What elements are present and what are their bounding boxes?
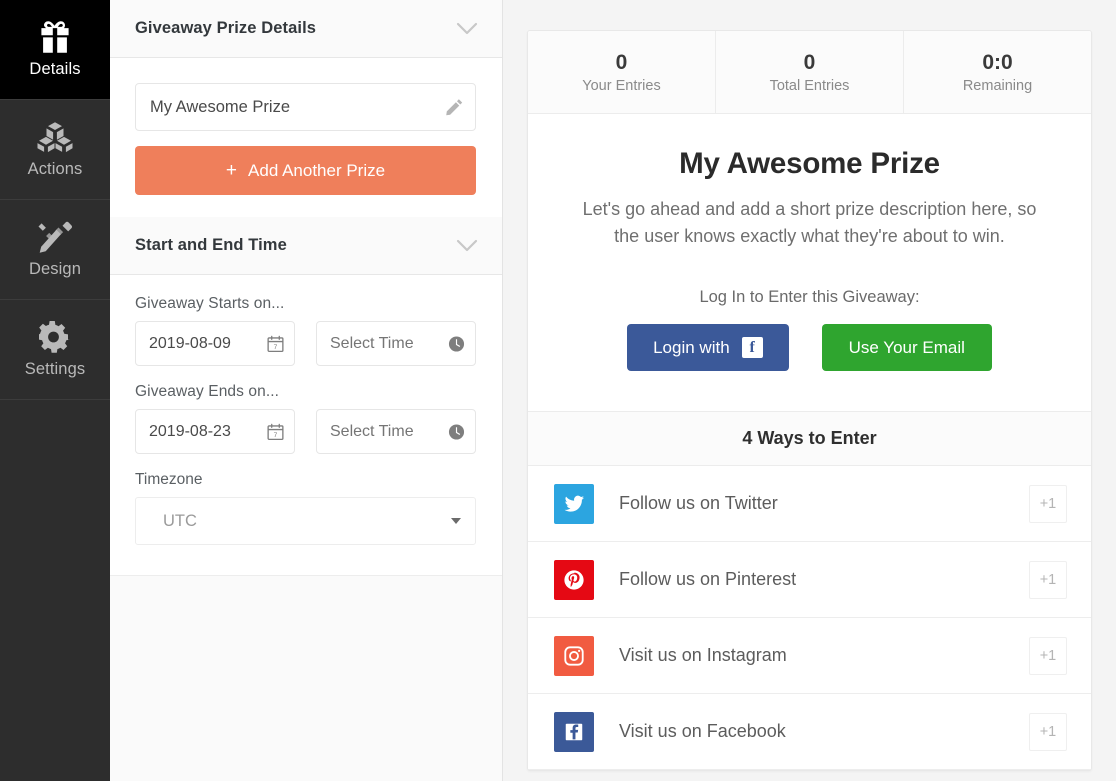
stat-label: Total Entries	[769, 77, 850, 94]
blocks-icon	[37, 121, 73, 153]
preview-area: 0 Your Entries 0 Total Entries 0:0 Remai…	[503, 0, 1116, 781]
giveaway-widget: 0 Your Entries 0 Total Entries 0:0 Remai…	[527, 30, 1092, 771]
plus-icon: +	[225, 160, 238, 181]
panel-filler	[110, 575, 502, 781]
stat-label: Remaining	[962, 77, 1033, 94]
facebook-icon: f	[741, 337, 763, 358]
pencil-icon[interactable]	[445, 98, 464, 117]
sidebar-item-label: Details	[29, 59, 81, 78]
start-end-time-body: Giveaway Starts on... 7	[110, 275, 502, 575]
pinterest-icon	[554, 559, 594, 600]
giveaway-ends-label: Giveaway Ends on...	[135, 383, 280, 400]
entry-label: Visit us on Instagram	[619, 645, 787, 665]
timezone-selected-value: UTC	[163, 511, 197, 530]
calendar-icon[interactable]: 7	[267, 423, 284, 440]
entry-row-pinterest[interactable]: Follow us on Pinterest +1	[528, 542, 1091, 618]
stat-value: 0	[803, 50, 816, 74]
stat-total-entries: 0 Total Entries	[716, 31, 904, 113]
sidebar-item-label: Settings	[24, 359, 86, 378]
entry-points-badge: +1	[1029, 484, 1067, 523]
accordion-title: Giveaway Prize Details	[135, 19, 317, 37]
entry-points-badge: +1	[1029, 636, 1067, 675]
entry-row-twitter[interactable]: Follow us on Twitter +1	[528, 466, 1091, 542]
gift-icon	[37, 20, 73, 53]
login-block: Log In to Enter this Giveaway: Login wit…	[528, 250, 1091, 411]
end-date-field-wrap: 7	[135, 409, 295, 454]
stat-remaining: 0:0 Remaining	[904, 31, 1091, 113]
entry-points-badge: +1	[1029, 560, 1067, 599]
stat-value: 0	[615, 50, 628, 74]
entry-points-badge: +1	[1029, 712, 1067, 751]
timezone-label: Timezone	[135, 471, 203, 488]
accordion-title: Start and End Time	[135, 236, 287, 254]
accordion-header-prize-details[interactable]: Giveaway Prize Details	[110, 0, 502, 58]
login-prompt: Log In to Enter this Giveaway:	[699, 288, 920, 306]
entry-label: Visit us on Facebook	[619, 721, 786, 741]
sidebar-item-label: Actions	[27, 159, 83, 178]
sidebar-item-actions[interactable]: Actions	[0, 100, 110, 200]
svg-text:7: 7	[274, 432, 278, 439]
sidebar-nav: Details Actions Design Settings	[0, 0, 110, 781]
svg-text:7: 7	[274, 344, 278, 351]
add-another-prize-label: Add Another Prize	[248, 160, 386, 180]
timezone-select[interactable]: UTC	[135, 497, 476, 545]
start-date-field-wrap: 7	[135, 321, 295, 366]
entry-row-facebook[interactable]: Visit us on Facebook +1	[528, 694, 1091, 770]
giveaway-starts-label: Giveaway Starts on...	[135, 295, 285, 312]
prize-description: Let's go ahead and add a short prize des…	[582, 199, 1037, 246]
instagram-icon	[554, 635, 594, 676]
sidebar-item-design[interactable]: Design	[0, 200, 110, 300]
use-your-email-button[interactable]: Use Your Email	[821, 324, 992, 371]
login-buttons: Login with f Use Your Email	[528, 324, 1091, 371]
start-datetime-row: 7	[135, 321, 477, 366]
app-root: Details Actions Design Settings Giveaway…	[0, 0, 1116, 781]
chevron-down-icon[interactable]	[456, 22, 478, 35]
sidebar-item-details[interactable]: Details	[0, 0, 110, 100]
twitter-icon	[554, 483, 594, 524]
clock-icon[interactable]	[448, 423, 465, 440]
calendar-icon[interactable]: 7	[267, 335, 284, 352]
entry-label: Follow us on Pinterest	[619, 569, 797, 589]
stat-value: 0:0	[982, 50, 1013, 74]
facebook-icon	[554, 711, 594, 752]
caret-down-icon[interactable]	[451, 518, 461, 524]
entry-label: Follow us on Twitter	[619, 493, 778, 513]
add-another-prize-button[interactable]: + Add Another Prize	[135, 146, 476, 195]
start-time-field-wrap	[316, 321, 476, 366]
brush-icon	[37, 221, 73, 253]
end-datetime-row: 7	[135, 409, 477, 454]
gear-icon	[38, 320, 72, 353]
prize-name-input[interactable]	[135, 83, 476, 131]
timezone-select-wrap: UTC	[135, 497, 476, 545]
sidebar-item-label: Design	[29, 259, 81, 278]
chevron-down-icon[interactable]	[456, 239, 478, 252]
stat-your-entries: 0 Your Entries	[528, 31, 716, 113]
stat-label: Your Entries	[582, 77, 661, 94]
sidebar-item-settings[interactable]: Settings	[0, 300, 110, 400]
prize-name-field-wrap	[135, 83, 477, 131]
end-time-field-wrap	[316, 409, 476, 454]
stats-bar: 0 Your Entries 0 Total Entries 0:0 Remai…	[528, 31, 1091, 114]
login-with-facebook-label: Login with	[653, 337, 730, 357]
settings-panel: Giveaway Prize Details + Add Another Pri…	[110, 0, 503, 781]
prize-details-body: + Add Another Prize	[110, 58, 502, 217]
ways-to-enter-title: 4 Ways to Enter	[528, 411, 1091, 466]
page-title: My Awesome Prize	[679, 147, 940, 180]
prize-block: My Awesome Prize Let's go ahead and add …	[528, 114, 1091, 250]
accordion-header-start-end-time[interactable]: Start and End Time	[110, 217, 502, 275]
entry-row-instagram[interactable]: Visit us on Instagram +1	[528, 618, 1091, 694]
login-with-facebook-button[interactable]: Login with f	[627, 324, 789, 371]
clock-icon[interactable]	[448, 335, 465, 352]
